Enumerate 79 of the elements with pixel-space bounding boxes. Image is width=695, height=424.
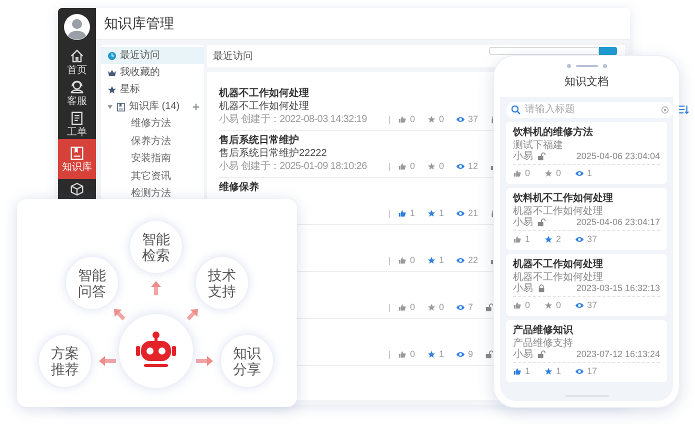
- author: 小易: [513, 218, 533, 228]
- count: 0: [525, 168, 530, 178]
- nav-item[interactable]: 其它资讯: [101, 168, 204, 185]
- count: 22: [468, 256, 478, 265]
- count: 37: [587, 300, 598, 310]
- card-title: 产品维修知识: [513, 324, 573, 336]
- document-card[interactable]: 饮料机不工作如何处理 机器不工作如何处理 小易 2025-04-06 23:04:17 1 2 37: [506, 188, 667, 250]
- section-title: 最近访问: [213, 50, 253, 64]
- nav-item[interactable]: 检测方法: [101, 185, 204, 202]
- nav-item[interactable]: 工单: [58, 108, 96, 139]
- document-card[interactable]: 饮料机的维修方法 测试下福建 小易 2025-04-06 23:04:04 0 0 1: [506, 122, 667, 184]
- count: 0: [410, 303, 416, 312]
- author: 小易: [513, 152, 533, 162]
- count: 1: [556, 366, 562, 376]
- timestamp: 2025-04-06 23:04:17: [576, 218, 660, 227]
- count: 1: [439, 350, 444, 359]
- nav-item[interactable]: 我收藏的: [101, 64, 204, 81]
- nav-item[interactable]: 知识库: [58, 139, 96, 179]
- nav-item[interactable]: 知识库 (14): [101, 98, 204, 115]
- count: 2: [556, 234, 562, 244]
- count: 1: [525, 366, 530, 376]
- count: 0: [439, 303, 444, 312]
- card-summary: 机器不工作如何处理: [513, 204, 603, 216]
- feature-bubble: 智能问答: [66, 257, 118, 309]
- feature-bubble: 方案推荐: [39, 335, 91, 387]
- count: 1: [587, 168, 592, 178]
- nav-item[interactable]: 首页: [58, 46, 96, 77]
- count: 0: [556, 300, 562, 310]
- article-title[interactable]: 维修保养: [219, 181, 259, 194]
- card-title: 饮料机不工作如何处理: [513, 192, 613, 204]
- count: 1: [525, 234, 530, 244]
- feature-bubble: 智能检索: [130, 221, 182, 273]
- count: 7: [468, 303, 474, 312]
- nav-item[interactable]: 客服: [58, 77, 96, 108]
- search-field[interactable]: 请输入标题: [506, 102, 674, 118]
- count: 0: [439, 115, 444, 124]
- author: 小易: [513, 284, 533, 294]
- count: 0: [410, 115, 416, 124]
- count: 1: [410, 209, 416, 218]
- document-card[interactable]: 产品维修知识 产品维修支持 小易 2023-07-12 16:13:24 1 1 17: [506, 320, 667, 382]
- count: 1: [439, 209, 444, 218]
- article-summary: 机器不工作如何处理: [219, 100, 309, 113]
- article-meta: 小易 创建于：2022-08-03 14:32:19: [219, 114, 368, 124]
- nav-item[interactable]: 保养方法: [101, 132, 204, 150]
- timestamp: 2023-03-15 16:32:13: [576, 284, 660, 293]
- nav-item[interactable]: 安装指南: [101, 150, 204, 168]
- document-card[interactable]: 机器不工作如何处理 机器不工作如何处理 小易 2023-03-15 16:32:13 0 0 37: [506, 254, 667, 316]
- count: 21: [468, 209, 478, 218]
- author: 小易: [513, 350, 533, 360]
- count: 0: [410, 350, 416, 359]
- count: 0: [410, 256, 416, 265]
- card-summary: 产品维修支持: [513, 336, 573, 348]
- count: 9: [468, 350, 474, 359]
- feature-bubble: 知识分享: [221, 335, 273, 387]
- count: 17: [587, 366, 598, 376]
- article-meta: 小易 创建于：2025-01-09 18:10:26: [219, 162, 368, 172]
- card-summary: 测试下福建: [513, 138, 563, 150]
- count: 1: [439, 256, 444, 265]
- timestamp: 2025-04-06 23:04:04: [576, 152, 660, 161]
- card-title: 饮料机的维修方法: [513, 126, 593, 138]
- count: 0: [525, 300, 530, 310]
- card-summary: 机器不工作如何处理: [513, 270, 603, 282]
- screen-title: 知识文档: [564, 74, 610, 90]
- count: 37: [587, 234, 598, 244]
- count: 0: [556, 168, 562, 178]
- nav-item[interactable]: 维修方法: [101, 115, 204, 132]
- count: 0: [439, 162, 444, 171]
- article-title[interactable]: 售后系统日常维护: [219, 134, 299, 147]
- count: 12: [468, 162, 478, 171]
- nav-item[interactable]: 星标: [101, 81, 204, 98]
- count: 0: [410, 162, 416, 171]
- article-title[interactable]: 机器不工作如何处理: [219, 87, 309, 100]
- card-title: 机器不工作如何处理: [513, 258, 603, 270]
- article-summary: 售后系统日常维护22222: [219, 147, 327, 160]
- feature-bubble: 技术支持: [196, 257, 248, 309]
- nav-item[interactable]: 最近访问: [101, 47, 204, 64]
- timestamp: 2023-07-12 16:13:24: [576, 350, 660, 359]
- search-input[interactable]: 请输入标题: [525, 102, 657, 117]
- count: 37: [468, 115, 478, 124]
